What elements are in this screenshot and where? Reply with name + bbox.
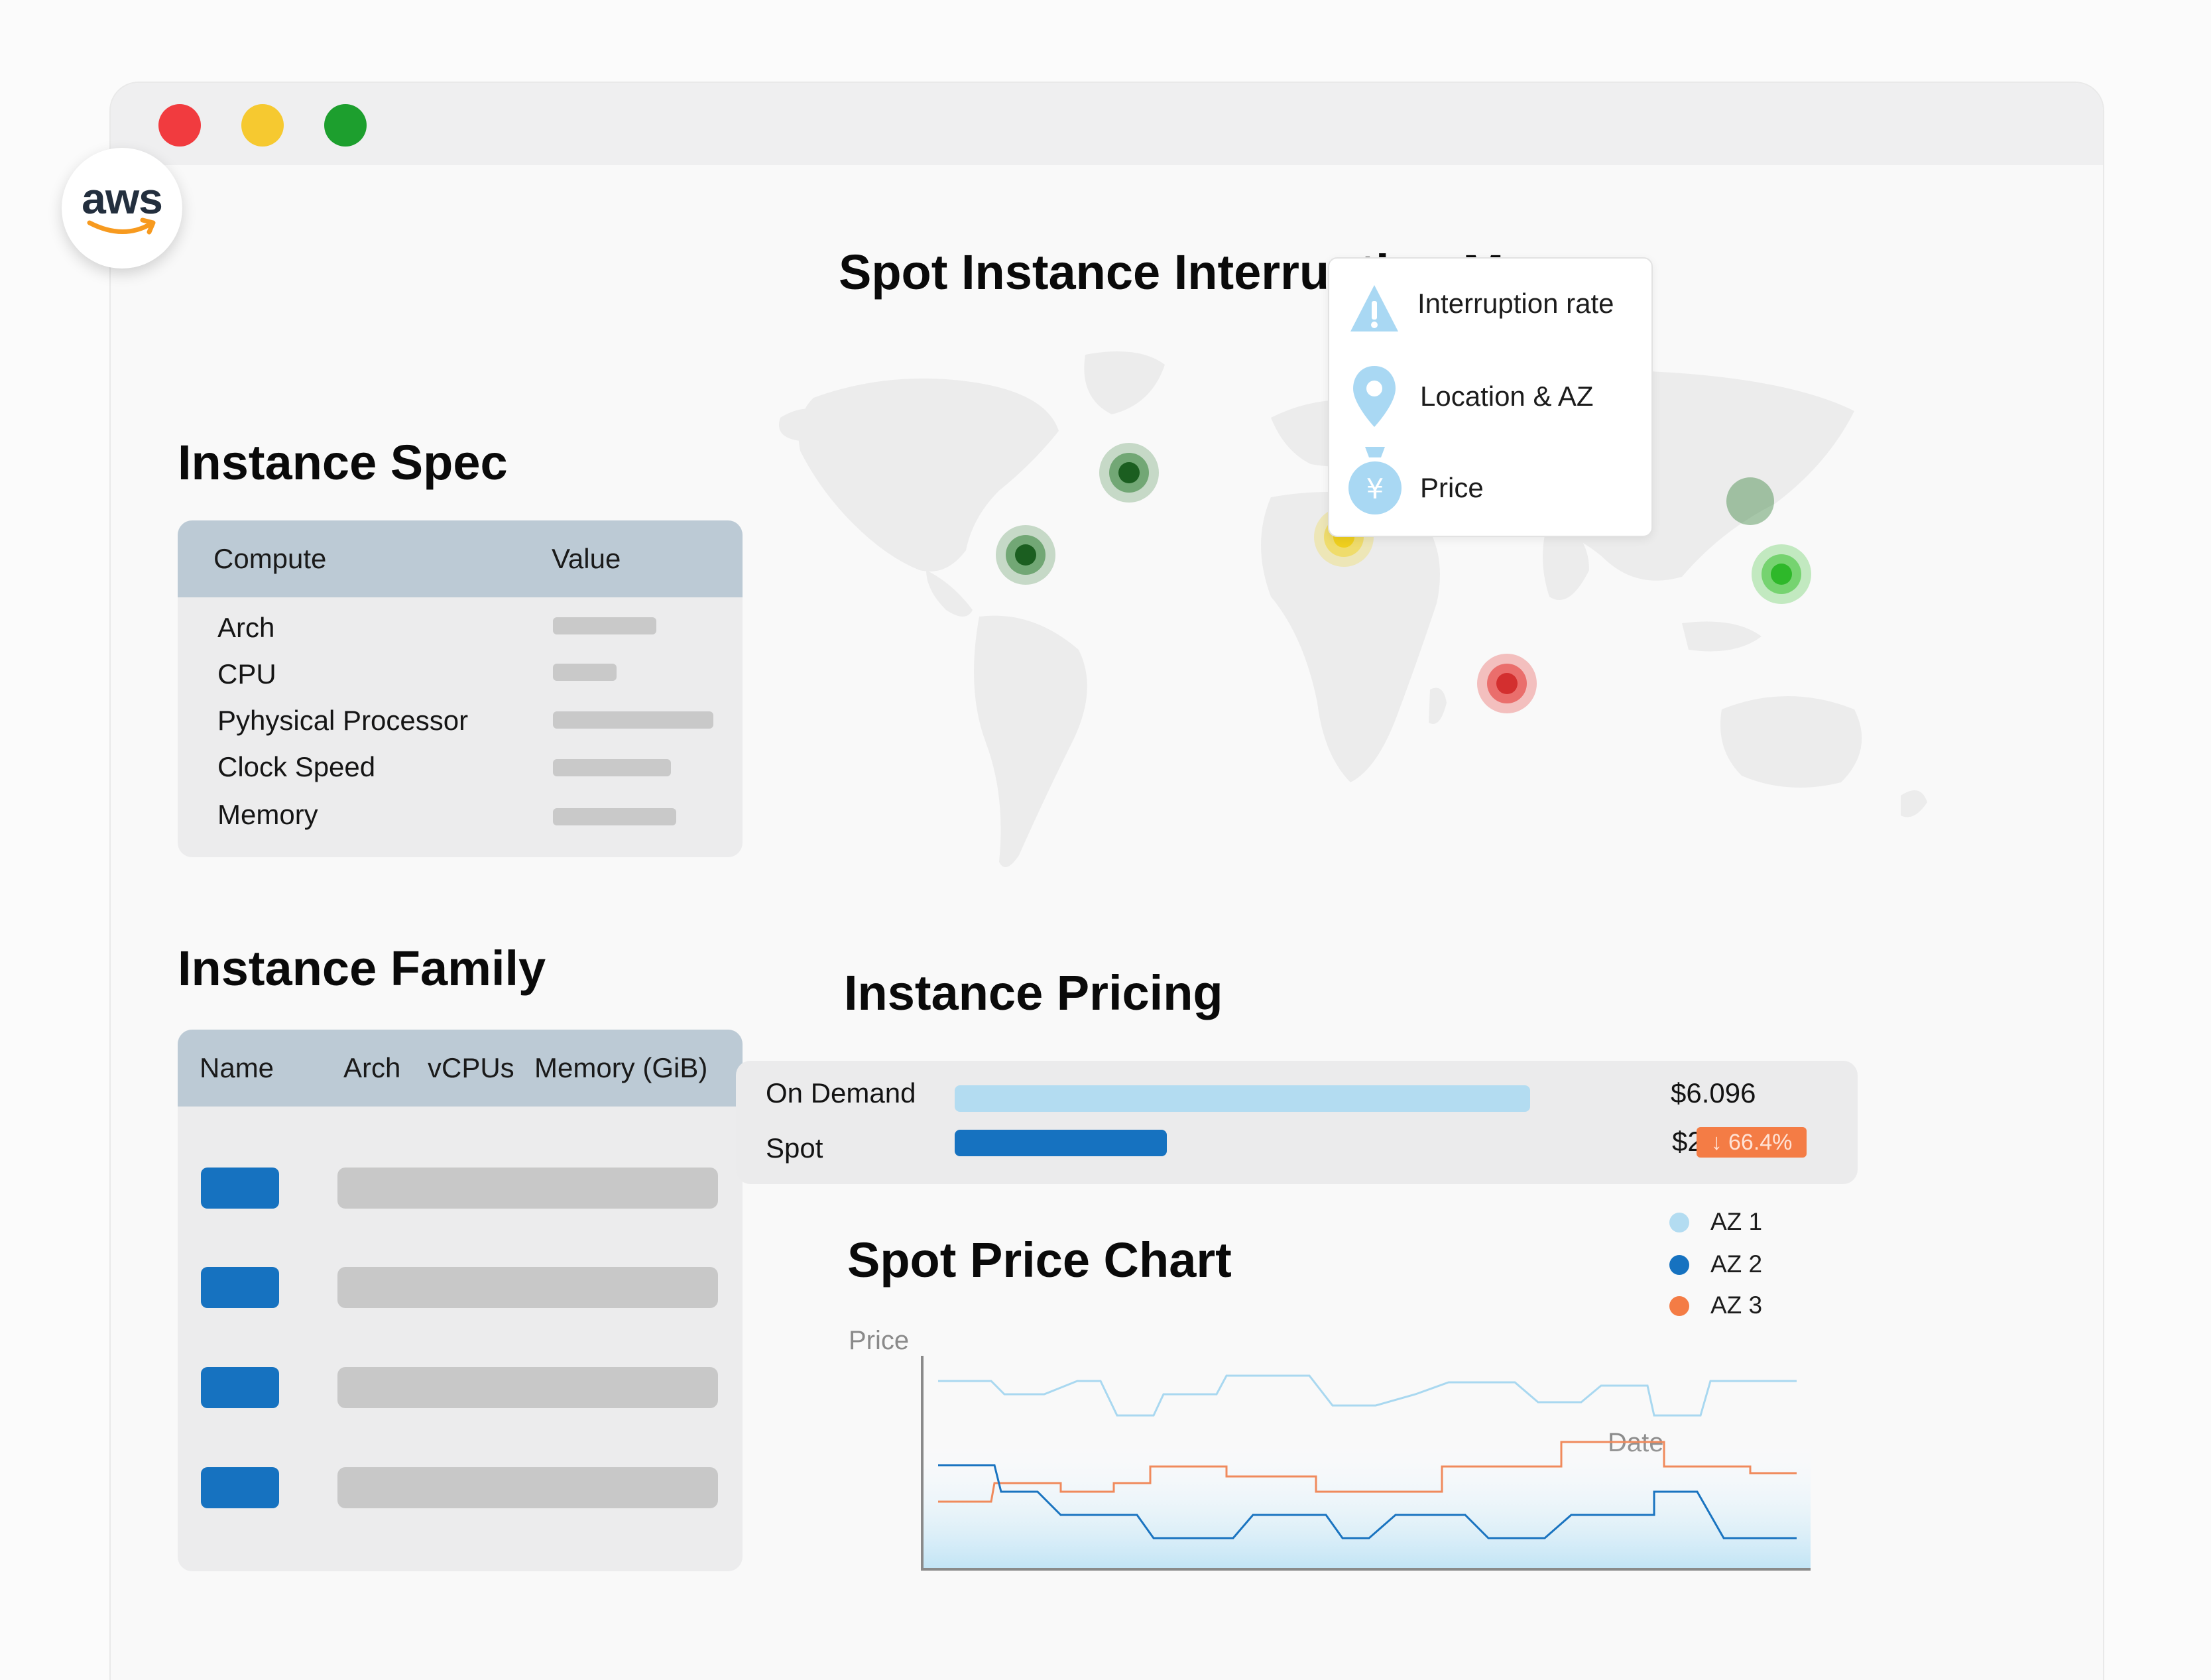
svg-text:¥: ¥ [1366, 473, 1384, 505]
legend-label-az3: AZ 3 [1710, 1291, 1763, 1319]
spot-label: Spot [766, 1132, 823, 1164]
legend-dot-az1 [1669, 1213, 1689, 1232]
spot-bar [955, 1130, 1167, 1156]
legend-label-az1: AZ 1 [1710, 1208, 1763, 1235]
location-pin-icon [1353, 366, 1396, 427]
legend-dot-az3 [1669, 1296, 1689, 1316]
map-marker[interactable] [1477, 654, 1537, 713]
map-marker[interactable] [1752, 544, 1811, 604]
y-axis-label: Price [849, 1326, 910, 1355]
az1-line [938, 1374, 1797, 1417]
legend-label-price: Price [1420, 472, 1484, 503]
legend-label-az2: AZ 2 [1710, 1250, 1763, 1278]
spot-chart-title: Spot Price Chart [847, 1232, 1232, 1288]
discount-badge: ↓ 66.4% [1697, 1127, 1807, 1158]
warning-icon [1350, 285, 1398, 331]
money-bag-icon: ¥ [1348, 447, 1402, 514]
spot-price-chart [921, 1356, 1811, 1571]
chart-area-fill [922, 1435, 1811, 1568]
on-demand-bar [955, 1085, 1530, 1112]
on-demand-label: On Demand [766, 1077, 916, 1109]
legend-label-interruption: Interruption rate [1417, 288, 1614, 319]
legend-dot-az2 [1669, 1255, 1689, 1275]
legend-label-location: Location & AZ [1420, 381, 1594, 412]
instance-pricing-title: Instance Pricing [844, 965, 1223, 1020]
map-legend: Interruption rate Location & AZ ¥ Price [1328, 257, 1653, 537]
pricing-panel: On Demand $6.096 Spot $2.0494 ↓ 66.4% [736, 1061, 1858, 1184]
map-marker[interactable] [1726, 477, 1774, 525]
map-marker[interactable] [996, 525, 1055, 585]
map-marker[interactable] [1099, 443, 1159, 503]
on-demand-price: $6.096 [1671, 1077, 1756, 1109]
